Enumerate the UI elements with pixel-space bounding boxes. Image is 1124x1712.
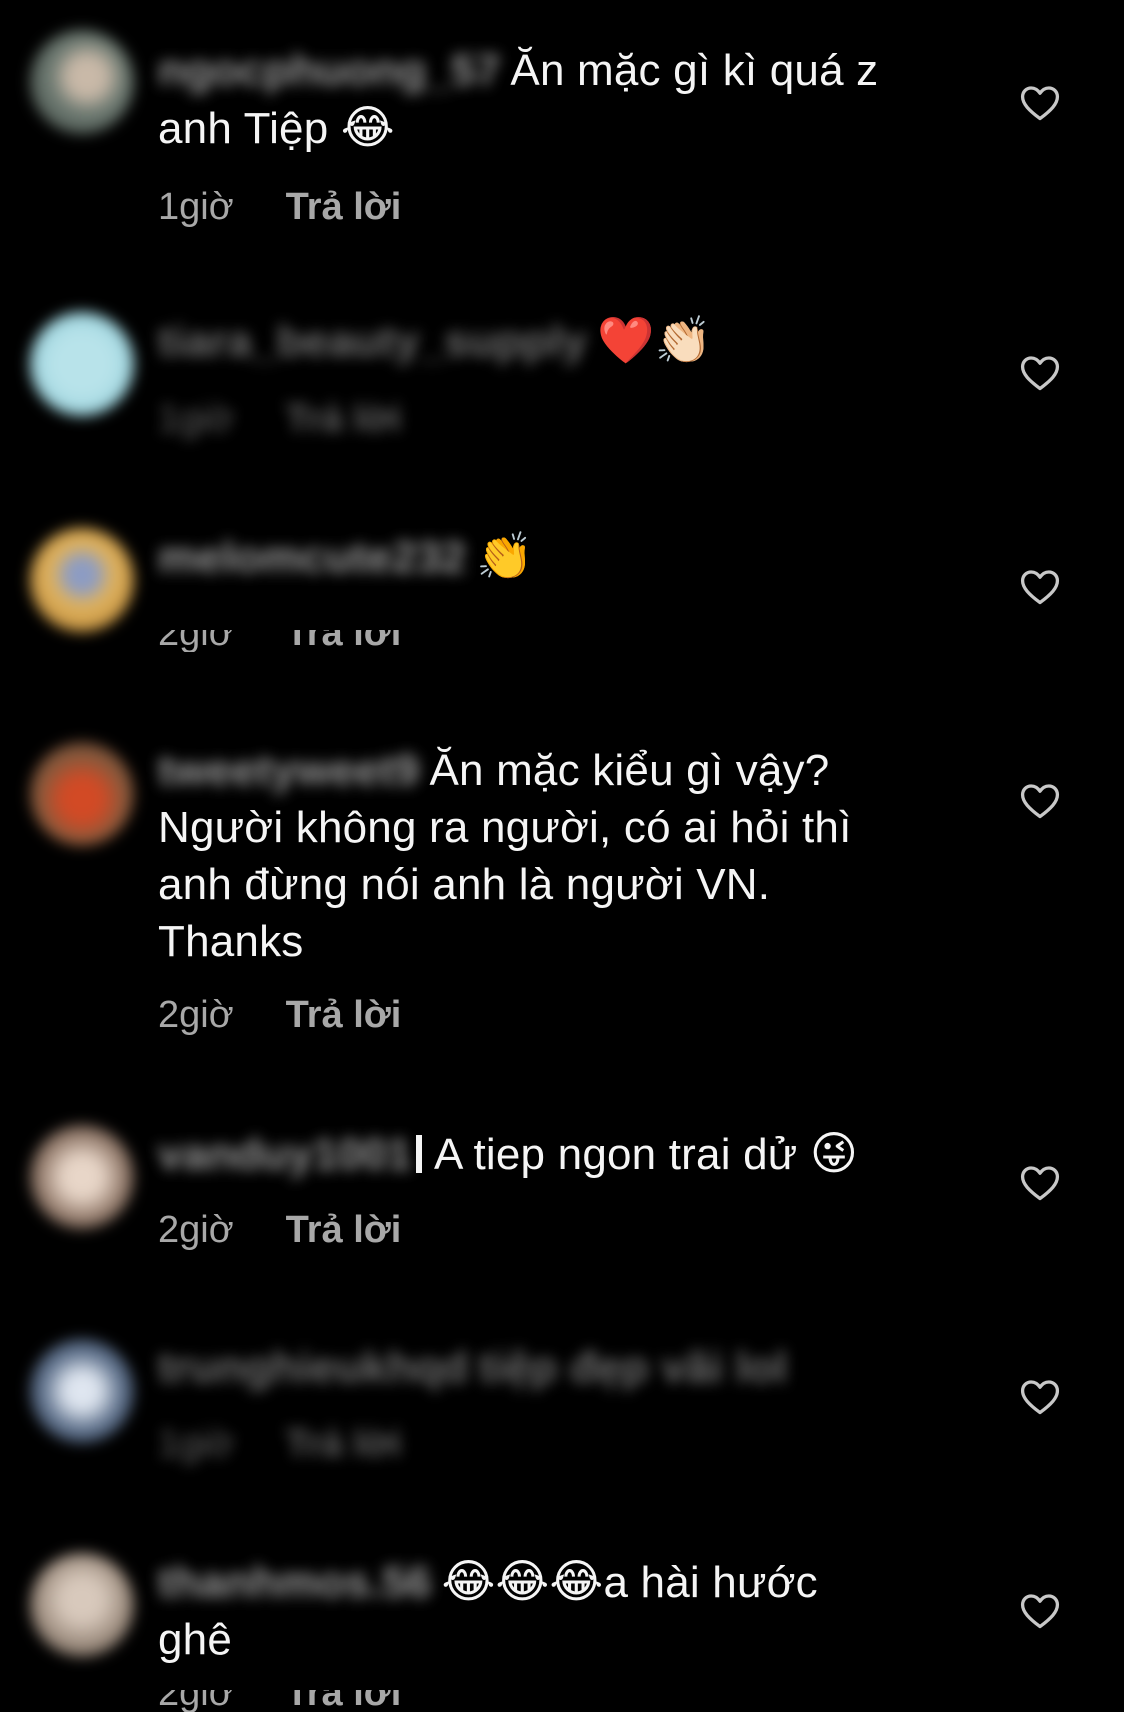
comment-text-line2: anh Tiệp <box>158 104 329 153</box>
comment-username[interactable]: ngocphuong_57 <box>158 42 500 99</box>
comment-time: 2giờ <box>158 994 234 1036</box>
comment-text-line4: Thanks <box>158 917 304 966</box>
comment-body: trunghieukhqd tiệp đẹp vãi lol <box>158 1339 948 1396</box>
comment-time: 1giờ <box>158 1423 234 1465</box>
comment-time: 2giờ <box>158 630 234 652</box>
comment-time: 1giờ <box>158 186 234 228</box>
comment-text: A tiep ngon trai dử <box>433 1130 798 1179</box>
comment-text: a hài hước <box>603 1558 818 1607</box>
avatar[interactable] <box>30 528 134 632</box>
comment-body: vanduy1001 A tiep ngon trai dử 😜 <box>158 1125 948 1183</box>
comment-body: thanhmos.56 😂😂😂a hài hước ghê <box>158 1553 948 1668</box>
comment-username[interactable]: tiara_beauty_supply <box>158 313 587 370</box>
heart-icon[interactable] <box>1018 1589 1062 1633</box>
heart-icon[interactable] <box>1018 1375 1062 1419</box>
winking-tongue-emoji-icon: 😜 <box>809 1126 859 1180</box>
comment-text: Ăn mặc kiểu gì vậy? <box>429 746 830 795</box>
avatar[interactable] <box>30 1125 134 1229</box>
comment-time: 2giờ <box>158 1209 234 1251</box>
laughing-emoji-icon: 😂 <box>340 100 395 154</box>
comment-username[interactable]: melomcute232 <box>158 529 466 586</box>
heart-icon[interactable] <box>1018 351 1062 395</box>
comment-username[interactable]: trunghieukhqd <box>158 1339 469 1396</box>
reply-button[interactable]: Trả lời <box>286 630 402 652</box>
comment-body: tweetyweet9 Ăn mặc kiểu gì vậy? Người khô… <box>158 742 948 970</box>
reply-button[interactable]: Trả lời <box>286 994 402 1037</box>
comment-text-line3: anh đừng nói anh là người VN. <box>158 860 771 909</box>
comment-text: Ăn mặc gì kì quá z <box>510 46 879 95</box>
comment-meta: 2giờ Trả lời <box>158 994 401 1037</box>
avatar[interactable] <box>30 312 134 416</box>
reply-button[interactable]: Trả lời <box>286 1423 402 1466</box>
comment-time: 2giờ <box>158 1690 234 1712</box>
comment-body: tiara_beauty_supply ❤️👏🏻 <box>158 312 948 370</box>
comment-username[interactable]: thanhmos.56 <box>158 1554 432 1611</box>
avatar[interactable] <box>30 1553 134 1657</box>
text-cursor <box>415 1135 422 1173</box>
comment-body: melomcute232 👏 <box>158 528 948 586</box>
heart-icon[interactable] <box>1018 779 1062 823</box>
comment-meta: 1giờ Trả lời <box>158 1423 401 1466</box>
heart-icon[interactable] <box>1018 81 1062 125</box>
heart-icon[interactable] <box>1018 565 1062 609</box>
reply-button[interactable]: Trả lời <box>286 1690 402 1712</box>
clap-emoji-icon: 👏 <box>476 529 534 583</box>
comment-body: ngocphuong_57 Ăn mặc gì kì quá z anh Tiệp… <box>158 42 948 157</box>
laughing-emoji-icon: 😂😂😂 <box>441 1554 604 1608</box>
comment-meta: 2giờ Trả lời <box>158 1209 401 1252</box>
comment-time: 1giờ <box>158 398 234 440</box>
comment-meta: 1giờ Trả lời <box>158 186 401 229</box>
comment-username[interactable]: tweetyweet9 <box>158 742 419 799</box>
avatar[interactable] <box>30 30 134 134</box>
comment-text-line2: Người không ra người, có ai hỏi thì <box>158 803 852 852</box>
comment-meta: 2giờ Trả lời <box>158 630 401 652</box>
comment-text: tiệp đẹp vãi lol <box>478 1343 788 1392</box>
reply-button[interactable]: Trả lời <box>286 398 402 441</box>
comment-meta: 1giờ Trả lời <box>158 398 401 441</box>
avatar[interactable] <box>30 742 134 846</box>
heart-and-clap-emoji-icon: ❤️👏🏻 <box>597 313 713 367</box>
comment-username[interactable]: vanduy1001 <box>158 1126 412 1183</box>
comment-meta: 2giờ Trả lời <box>158 1690 401 1712</box>
reply-button[interactable]: Trả lời <box>286 1209 402 1252</box>
reply-button[interactable]: Trả lời <box>286 186 402 229</box>
avatar[interactable] <box>30 1339 134 1443</box>
comment-text-line2: ghê <box>158 1615 233 1664</box>
heart-icon[interactable] <box>1018 1161 1062 1205</box>
